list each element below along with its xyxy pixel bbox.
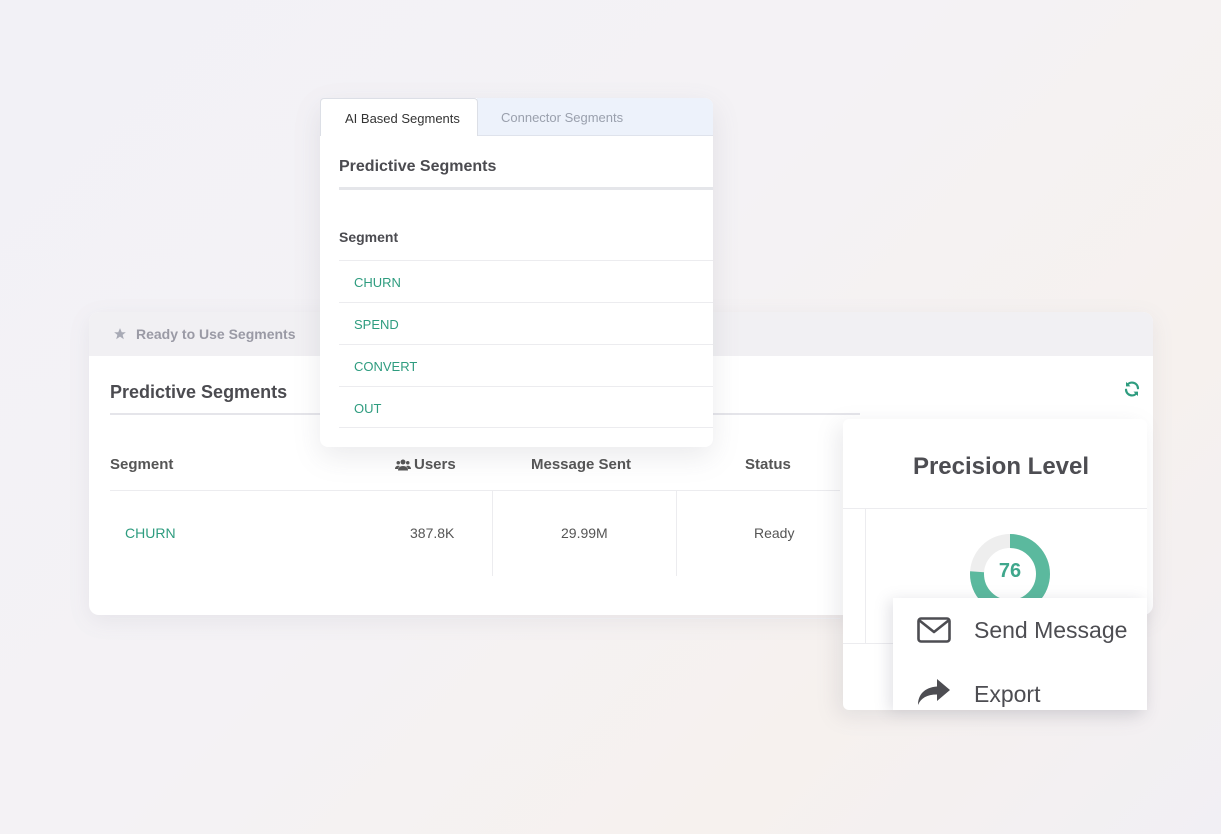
envelope-icon bbox=[917, 617, 951, 643]
segment-list: CHURN SPEND CONVERT OUT bbox=[339, 260, 713, 428]
popup-column-header-segment: Segment bbox=[339, 229, 399, 245]
tab-connector-segments[interactable]: Connector Segments bbox=[501, 98, 623, 136]
row-divider bbox=[110, 618, 840, 619]
segment-item-convert[interactable]: CONVERT bbox=[339, 344, 713, 386]
send-message-label: Send Message bbox=[974, 617, 1128, 643]
message-sent-value: 29.99M bbox=[561, 525, 608, 541]
export-label: Export bbox=[974, 681, 1041, 707]
segments-tab-strip: AI Based Segments Connector Segments bbox=[320, 98, 713, 136]
send-message-menu-item[interactable]: Send Message bbox=[893, 598, 1147, 654]
segment-action-menu: Send Message Export bbox=[893, 598, 1147, 710]
users-icon bbox=[395, 459, 411, 471]
table-row: CHURN 387.8K 29.99M Ready bbox=[110, 491, 840, 576]
export-menu-item[interactable]: Export bbox=[893, 662, 1147, 710]
segment-item-churn[interactable]: CHURN bbox=[339, 260, 713, 302]
tab-ai-based-segments[interactable]: AI Based Segments bbox=[320, 98, 478, 136]
share-arrow-icon bbox=[918, 679, 950, 705]
star-icon bbox=[114, 328, 126, 340]
column-header-users: Users bbox=[395, 456, 456, 473]
segments-popup: AI Based Segments Connector Segments Pre… bbox=[320, 98, 713, 447]
segment-item-out[interactable]: OUT bbox=[339, 386, 713, 428]
column-header-message-sent: Message Sent bbox=[531, 456, 632, 473]
ready-segments-tab-label: Ready to Use Segments bbox=[136, 326, 296, 342]
column-header-status: Status bbox=[745, 456, 791, 473]
cell-divider bbox=[676, 491, 677, 576]
column-header-segment: Segment bbox=[110, 456, 174, 473]
segment-link-churn[interactable]: CHURN bbox=[125, 525, 176, 541]
table-header: Segment Users Message Sent Status bbox=[110, 456, 840, 486]
popup-title-divider bbox=[339, 187, 713, 190]
popup-title: Predictive Segments bbox=[339, 158, 497, 175]
precision-value: 76 bbox=[998, 560, 1022, 582]
segment-item-spend[interactable]: SPEND bbox=[339, 302, 713, 344]
users-value: 387.8K bbox=[410, 525, 455, 541]
status-value: Ready bbox=[754, 525, 795, 541]
cell-divider bbox=[492, 491, 493, 576]
precision-title: Precision Level bbox=[912, 453, 1090, 480]
precision-vertical-divider bbox=[865, 509, 866, 643]
refresh-icon[interactable] bbox=[1123, 380, 1141, 398]
panel-title: Predictive Segments bbox=[110, 382, 288, 402]
users-column-label: Users bbox=[414, 456, 456, 473]
precision-divider bbox=[843, 508, 1147, 509]
